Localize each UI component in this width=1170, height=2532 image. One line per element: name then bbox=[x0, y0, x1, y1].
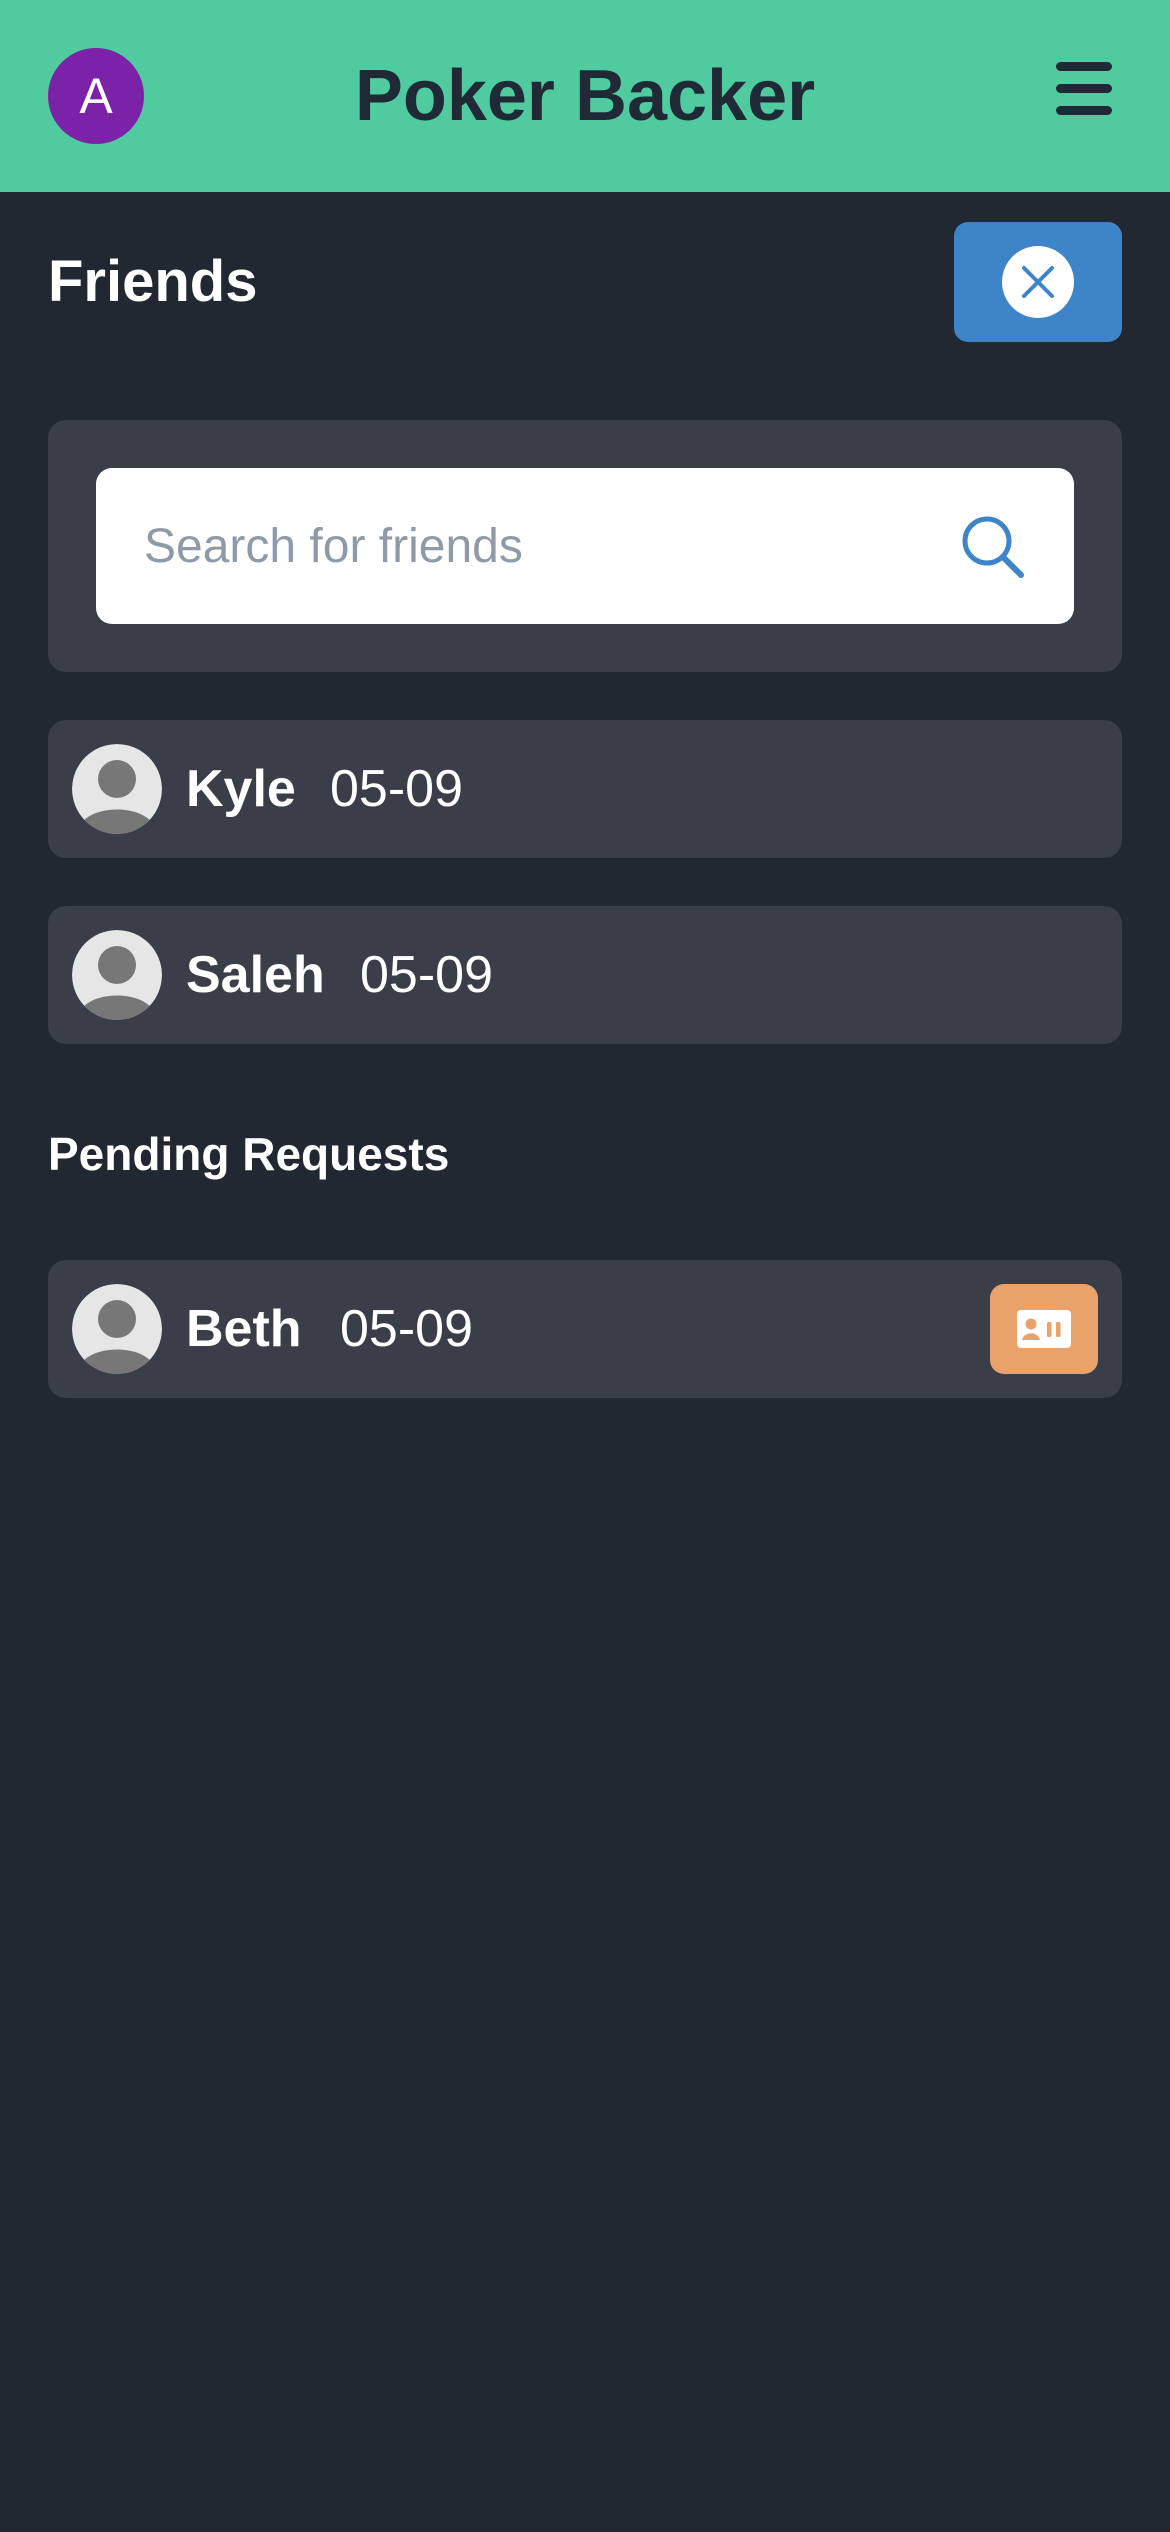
avatar bbox=[72, 1284, 162, 1374]
app-title: Poker Backer bbox=[354, 56, 816, 136]
avatar bbox=[72, 744, 162, 834]
close-icon bbox=[1002, 246, 1074, 318]
search-box bbox=[96, 468, 1074, 624]
friend-date: 05-09 bbox=[330, 760, 463, 818]
search-panel bbox=[48, 420, 1122, 672]
friend-list-item[interactable]: Kyle 05-09 bbox=[48, 720, 1122, 858]
friend-name: Kyle bbox=[186, 760, 296, 818]
friend-date: 05-09 bbox=[360, 946, 493, 1004]
pending-request-item[interactable]: Beth 05-09 bbox=[48, 1260, 1122, 1398]
hamburger-menu-icon[interactable] bbox=[1054, 60, 1118, 116]
close-button[interactable] bbox=[954, 222, 1122, 342]
avatar bbox=[72, 930, 162, 1020]
search-icon[interactable] bbox=[960, 514, 1026, 580]
pending-name: Beth bbox=[186, 1300, 302, 1358]
friend-name: Saleh bbox=[186, 946, 325, 1004]
search-input[interactable] bbox=[96, 468, 956, 624]
app-header: A Poker Backer bbox=[0, 0, 1170, 192]
pending-date: 05-09 bbox=[340, 1300, 473, 1358]
id-card-icon bbox=[1017, 1310, 1071, 1348]
friend-list-item[interactable]: Saleh 05-09 bbox=[48, 906, 1122, 1044]
friends-title: Friends bbox=[48, 249, 258, 314]
pending-requests-title: Pending Requests bbox=[48, 1128, 450, 1180]
accept-request-button[interactable] bbox=[990, 1284, 1098, 1374]
